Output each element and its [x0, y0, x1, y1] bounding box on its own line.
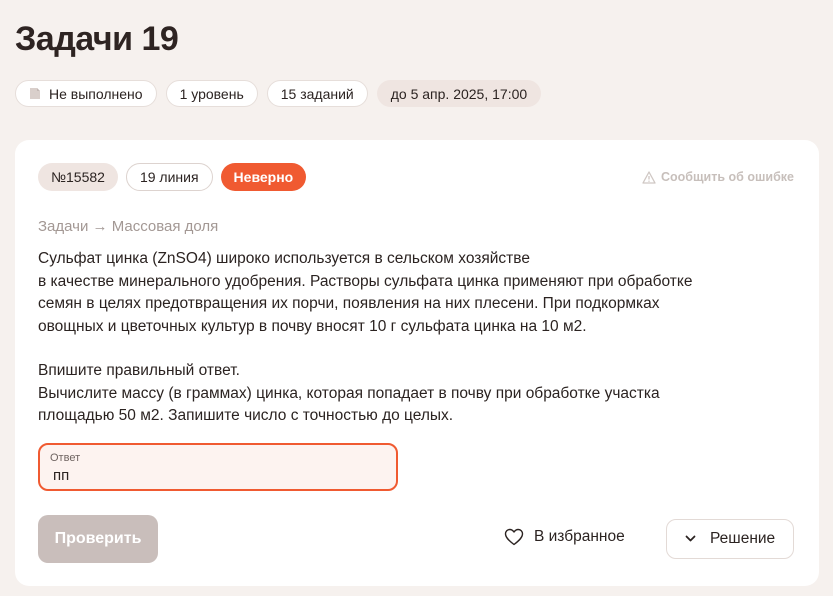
document-icon [30, 88, 40, 99]
page-title: Задачи 19 [15, 20, 179, 58]
text-line: овощных и цветочных культур в почву внос… [38, 317, 587, 335]
status-label: Не выполнено [49, 85, 143, 102]
task-description: Сульфат цинка (ZnSO4) широко используетс… [38, 248, 808, 338]
task-tags: №15582 19 линия Неверно [38, 163, 307, 191]
answer-label: Ответ [50, 452, 81, 464]
task-text: Сульфат цинка (ZnSO4) широко используетс… [38, 248, 808, 428]
text-line: семян в целях предотвращения их порчи, п… [38, 295, 660, 312]
chevron-down-icon [685, 535, 696, 542]
text-line: Сульфат цинка (ZnSO4) широко используетс… [38, 250, 530, 267]
warning-triangle-icon [642, 170, 656, 184]
answer-field[interactable]: Ответ пп [38, 443, 398, 491]
count-badge: 15 заданий [266, 80, 368, 107]
report-error-link[interactable]: Сообщить об ошибке [642, 170, 794, 184]
task-number: №15582 [38, 163, 118, 191]
solution-label: Решение [710, 530, 776, 547]
task-card: №15582 19 линия Неверно Сообщить об ошиб… [15, 140, 819, 586]
question-line: Впишите правильный ответ. [38, 362, 240, 379]
task-meta: Не выполнено 1 уровень 15 заданий до 5 а… [15, 80, 542, 107]
check-button[interactable]: Проверить [38, 515, 158, 563]
text-line: в качестве минерального удобрения. Раств… [38, 272, 693, 290]
task-question: Впишите правильный ответ. Вычислите масс… [38, 360, 808, 428]
question-line: Вычислите массу (в граммах) цинка, котор… [38, 384, 660, 402]
level-badge: 1 уровень [165, 80, 258, 107]
status-badge: Не выполнено [15, 80, 157, 107]
report-label: Сообщить об ошибке [660, 170, 794, 184]
task-line: 19 линия [125, 163, 213, 191]
breadcrumb: Задачи → Массовая доля [38, 218, 219, 235]
result-badge: Неверно [220, 163, 307, 191]
question-line: площадью 50 м2. Запишите число с точност… [38, 407, 454, 424]
solution-button[interactable]: Решение [666, 519, 794, 559]
heart-icon [504, 528, 524, 546]
favorite-button[interactable]: В избранное [504, 528, 625, 546]
favorite-label: В избранное [534, 528, 625, 545]
deadline-badge: до 5 апр. 2025, 17:00 [376, 80, 542, 107]
answer-value[interactable]: пп [53, 467, 69, 484]
